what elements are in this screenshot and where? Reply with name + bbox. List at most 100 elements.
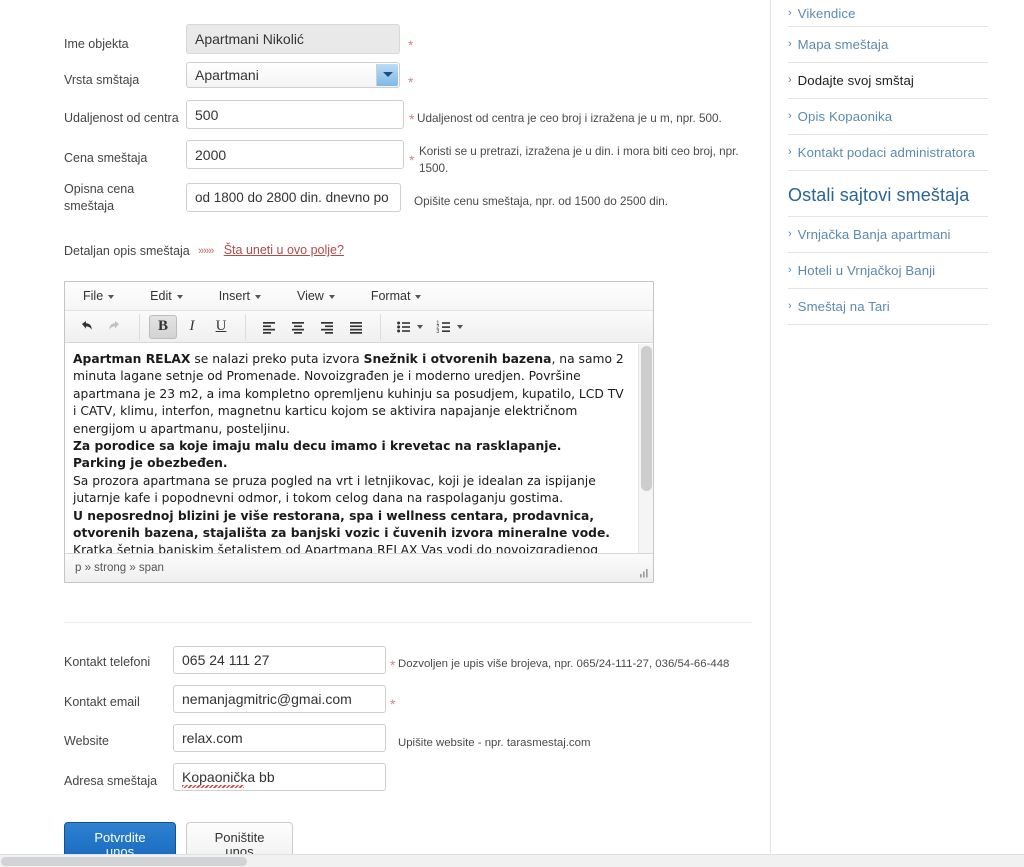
menu-insert[interactable]: Insert — [210, 286, 270, 306]
menu-view[interactable]: View — [288, 286, 344, 306]
sidebar-item-smestaj-na-tari[interactable]: › Smeštaj na Tari — [788, 289, 988, 325]
main-content-column: Ime objekta * Vrsta smštaja Apartmani * … — [0, 0, 770, 867]
caret-down-icon[interactable] — [417, 324, 423, 329]
editor-scrollbar[interactable] — [638, 344, 653, 553]
input-website[interactable] — [173, 724, 386, 752]
editor-bold-run: Apartman RELAX — [73, 352, 191, 366]
required-marker-cena: * — [409, 152, 415, 168]
menu-edit-label: Edit — [150, 289, 172, 303]
sidebar-item-kontakt-podaci-administratora[interactable]: › Kontakt podaci administratora — [788, 135, 988, 171]
italic-icon[interactable]: I — [178, 315, 206, 339]
bold-icon[interactable]: B — [149, 314, 177, 339]
bullet-list-icon[interactable] — [390, 315, 418, 339]
bullet-list-split[interactable] — [390, 315, 430, 339]
redo-icon[interactable] — [101, 315, 129, 339]
editor-menubar: File Edit Insert View Format — [65, 282, 653, 311]
editor-bold-run: Za porodice sa koje imaju malu decu imam… — [73, 439, 562, 454]
align-left-icon[interactable] — [255, 315, 283, 339]
editor-bold-run: Snežnik i otvorenih bazena — [363, 352, 552, 366]
required-marker-ime-objekta: * — [408, 37, 414, 53]
link-sta-uneti[interactable]: Šta uneti u ovo polje? — [224, 243, 344, 257]
label-opisna-cena: Opisna cena smeštaja — [64, 182, 135, 213]
menu-format-label: Format — [370, 289, 411, 303]
caret-down-icon[interactable] — [457, 324, 463, 329]
caret-down-icon — [415, 294, 422, 299]
input-adresa-wrapper — [173, 763, 386, 791]
label-adresa: Adresa smeštaja — [64, 774, 158, 788]
editor-paragraph: Parking je obezbeđen. — [73, 455, 627, 472]
help-opisna-cena: Opišite cenu smeštaja, npr. od 1500 do 2… — [414, 195, 669, 208]
toolbar-group-format: B I U — [149, 313, 246, 340]
input-kontakt-telefoni[interactable] — [173, 646, 386, 674]
menu-view-label: View — [296, 289, 324, 303]
column-divider — [770, 0, 771, 855]
editor-text-run: se nalazi preko puta izvora — [190, 352, 364, 366]
sidebar-item-label: Vikendice — [797, 5, 856, 21]
label-cena: Cena smeštaja — [64, 151, 148, 165]
help-link-container[interactable]: »»» Šta uneti u ovo polje? — [198, 243, 344, 257]
toolbar-group-history — [72, 313, 140, 340]
editor-paragraph: U neposrednoj blizini je više restorana,… — [73, 508, 627, 543]
rich-text-editor[interactable]: File Edit Insert View Format B I U 1 2 3… — [64, 281, 654, 583]
editor-paragraph: Apartman RELAX se nalazi preko puta izvo… — [73, 351, 627, 438]
toolbar-group-lists: 123 — [390, 314, 479, 340]
sidebar-item-hoteli-u-vrnjackoj-banji[interactable]: › Hoteli u Vrnjačkoj Banji — [788, 253, 988, 289]
align-center-icon[interactable] — [284, 315, 312, 339]
align-justify-icon[interactable] — [342, 315, 370, 339]
editor-paragraph: Kratka šetnja banjskim šetalistem od Apa… — [73, 542, 627, 553]
input-cena[interactable] — [186, 140, 404, 169]
sidebar-item-vikendice[interactable]: › Vikendice — [788, 0, 988, 27]
sidebar-item-label: Kontakt podaci administratora — [797, 145, 976, 160]
caret-down-icon — [108, 294, 115, 299]
editor-bold-run: U neposrednoj blizini je više restorana,… — [73, 508, 610, 541]
editor-text-run: Sa prozora apartmana se pruza pogled na … — [73, 473, 596, 506]
help-cena: Koristi se u pretrazi, izražena je u din… — [419, 145, 739, 175]
select-vrsta-smestaja[interactable]: Apartmani — [186, 62, 400, 88]
undo-icon[interactable] — [72, 315, 100, 339]
sidebar-item-mapa-smestaja[interactable]: › Mapa smeštaja — [788, 27, 988, 63]
editor-scrollbar-thumb[interactable] — [641, 346, 652, 491]
editor-element-path[interactable]: p » strong » span — [75, 562, 164, 574]
label-detaljan-opis: Detaljan opis smeštaja — [64, 244, 190, 258]
svg-text:3: 3 — [436, 329, 439, 335]
menu-insert-label: Insert — [218, 289, 250, 303]
resize-handle-icon[interactable] — [637, 566, 649, 578]
section-divider — [64, 622, 752, 623]
caret-down-icon — [328, 294, 335, 299]
sidebar-section-heading: Ostali sajtovi smeštaja — [788, 171, 988, 217]
required-marker-vrsta-smestaja: * — [408, 74, 414, 90]
caret-down-icon — [176, 294, 183, 299]
right-sidebar: › Vikendice › Mapa smeštaja › Dodajte sv… — [788, 0, 988, 325]
chevron-right-icon: › — [788, 110, 792, 122]
input-udaljenost[interactable] — [186, 100, 404, 129]
spellcheck-underline-icon — [182, 785, 244, 788]
sidebar-item-opis-kopaonika[interactable]: › Opis Kopaonika — [788, 99, 988, 135]
sidebar-item-label: Vrnjačka Banja apartmani — [797, 227, 951, 242]
sidebar-item-label: Smeštaj na Tari — [797, 299, 890, 314]
page-horizontal-scrollbar-thumb[interactable] — [1, 857, 247, 866]
chevron-down-icon[interactable] — [376, 64, 398, 86]
chevron-right-icon: › — [788, 38, 792, 50]
editor-paragraph: Za porodice sa koje imaju malu decu imam… — [73, 438, 627, 455]
editor-bold-run: Parking je obezbeđen. — [73, 456, 228, 471]
sidebar-item-vrnjacka-banja-apartmani[interactable]: › Vrnjačka Banja apartmani — [788, 217, 988, 253]
menu-file-label: File — [83, 289, 104, 303]
input-kontakt-email[interactable] — [173, 685, 386, 713]
menu-file[interactable]: File — [74, 286, 123, 306]
numbered-list-icon[interactable]: 123 — [430, 315, 458, 339]
editor-content[interactable]: Apartman RELAX se nalazi preko puta izvo… — [65, 344, 637, 553]
input-ime-objekta[interactable] — [186, 24, 400, 54]
page-horizontal-scrollbar[interactable] — [0, 854, 1024, 867]
editor-body[interactable]: Apartman RELAX se nalazi preko puta izvo… — [65, 344, 653, 553]
numbered-list-split[interactable]: 123 — [430, 315, 470, 339]
input-opisna-cena[interactable] — [186, 183, 401, 212]
label-udaljenost: Udaljenost od centra — [64, 111, 179, 125]
align-right-icon[interactable] — [313, 315, 341, 339]
label-kontakt-telefoni: Kontakt telefoni — [64, 655, 151, 669]
chevron-right-icon: › — [788, 74, 792, 86]
sidebar-item-dodajte-svoj-smestaj[interactable]: › Dodajte svoj smštaj — [788, 63, 988, 99]
menu-edit[interactable]: Edit — [141, 286, 192, 306]
menu-format[interactable]: Format — [362, 286, 431, 306]
underline-icon[interactable]: U — [207, 315, 235, 339]
chevron-right-icon: › — [788, 146, 792, 158]
